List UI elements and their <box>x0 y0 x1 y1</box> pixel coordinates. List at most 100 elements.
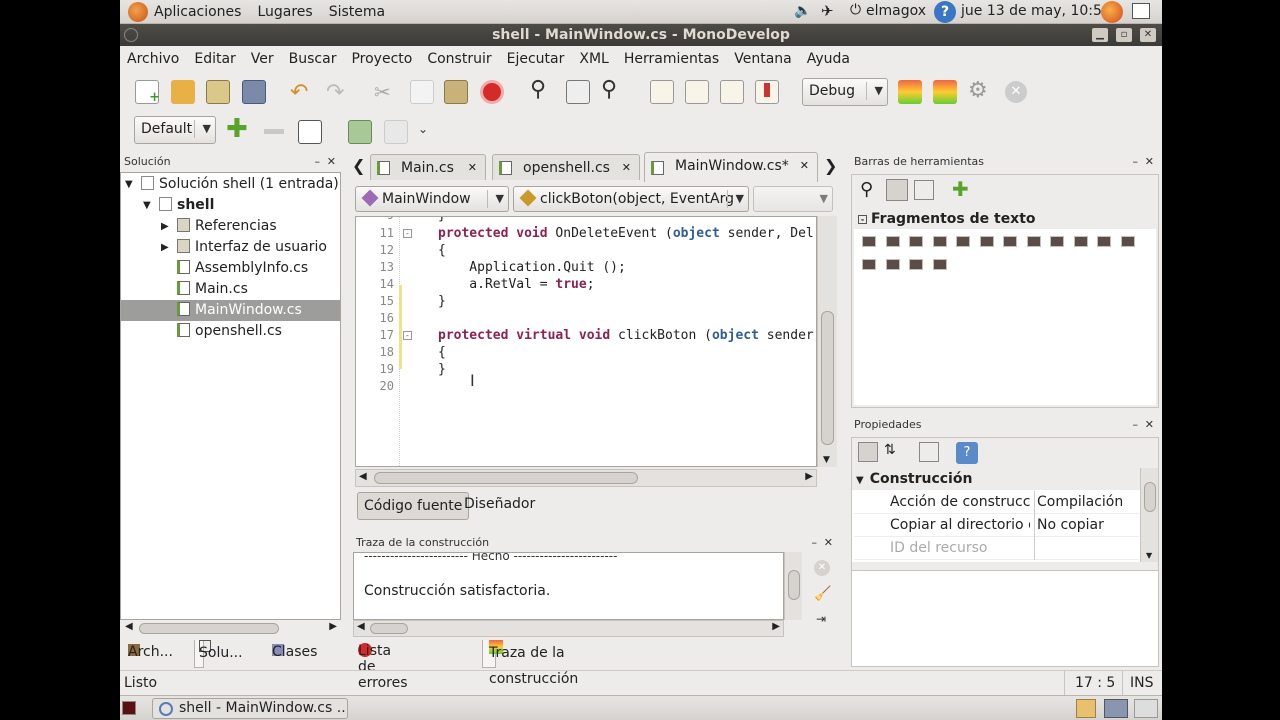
tree-row-openshell[interactable]: openshell.cs <box>121 321 340 342</box>
format-icon[interactable] <box>720 80 744 104</box>
tree-row-main[interactable]: Main.cs <box>121 279 340 300</box>
scroll-thumb[interactable] <box>139 623 279 634</box>
property-category[interactable]: ▼ Construcción <box>852 468 1140 490</box>
tab-codigo-fuente[interactable]: Código fuente <box>357 492 470 520</box>
remove-icon[interactable] <box>264 129 284 134</box>
build-vscrollbar[interactable] <box>784 552 802 620</box>
add-icon[interactable]: ✚ <box>952 177 969 201</box>
scroll-left-icon[interactable]: ◀ <box>359 471 367 482</box>
tree-row-referencias[interactable]: ▶ Referencias <box>121 216 340 237</box>
power-icon[interactable]: ⏻ <box>850 2 861 18</box>
code-line[interactable]: } <box>438 361 446 378</box>
class-combo[interactable]: MainWindow ▼ <box>355 186 509 212</box>
snippet-icon[interactable] <box>979 236 994 247</box>
fullscreen-icon[interactable] <box>298 120 322 144</box>
unindent-icon[interactable] <box>685 80 709 104</box>
expander-icon[interactable]: ▼ <box>125 174 133 195</box>
panel-minimize-icon[interactable]: – <box>812 533 818 553</box>
scroll-thumb[interactable] <box>370 623 408 634</box>
volume-icon[interactable]: 🔈 <box>794 3 811 19</box>
menu-ver[interactable]: Ver <box>251 51 274 67</box>
menu-ventana[interactable]: Ventana <box>734 51 792 67</box>
help-icon[interactable]: ? <box>934 1 956 23</box>
snippet-icon[interactable] <box>1050 236 1064 247</box>
code-editor[interactable]: 11 protected void OnDeleteEvent (object s… <box>355 216 817 467</box>
categorized-icon[interactable] <box>858 442 878 462</box>
tree-row-mainwindow[interactable]: MainWindow.cs <box>121 300 340 321</box>
scroll-right-icon[interactable]: ▶ <box>772 621 780 632</box>
network-icon[interactable]: ✈ <box>821 2 834 20</box>
code-line[interactable]: Application.Quit (); <box>438 259 626 276</box>
save-icon[interactable] <box>206 80 230 104</box>
snippet-icon[interactable] <box>1026 236 1041 247</box>
workspace-switcher-icon[interactable] <box>1134 699 1158 718</box>
maximize-icon[interactable]: ▫ <box>1116 28 1132 42</box>
tab-solucion[interactable]: Solu... <box>194 640 243 668</box>
build-output[interactable]: ------------------------ Hecho ---------… <box>353 552 784 620</box>
tab-close-icon[interactable]: ✕ <box>622 155 631 181</box>
indent-icon[interactable] <box>650 80 674 104</box>
panel-close-icon[interactable]: ✕ <box>327 152 336 172</box>
stop-run-icon[interactable]: ✕ <box>1005 81 1027 103</box>
tree-row-solution[interactable]: ▼ Solución shell (1 entrada) <box>121 174 340 195</box>
tree-row-project[interactable]: ▼ shell <box>121 195 340 216</box>
scroll-left-icon[interactable]: ◀ <box>125 621 133 632</box>
expander-icon[interactable]: ▶ <box>161 216 169 237</box>
menu-herramientas[interactable]: Herramientas <box>624 51 719 67</box>
menu-proyecto[interactable]: Proyecto <box>351 51 412 67</box>
tab-openshell-cs[interactable]: openshell.cs ✕ <box>492 154 640 180</box>
window-titlebar[interactable]: shell - MainWindow.cs - MonoDevelop ▁ ▫ … <box>120 24 1162 46</box>
expander-icon[interactable]: ▼ <box>143 195 151 216</box>
search-icon[interactable]: ⚲ <box>860 179 873 200</box>
rebuild-icon[interactable] <box>933 80 957 104</box>
build-hscrollbar[interactable]: ◀ ▶ <box>353 620 784 637</box>
editor-hscrollbar[interactable]: ◀ ▶ <box>355 469 817 487</box>
new-file-icon[interactable]: + <box>135 80 160 105</box>
member-combo[interactable]: clickBoton(object, EventArg ▼ <box>513 186 749 212</box>
menu-ejecutar[interactable]: Ejecutar <box>507 51 565 67</box>
window-menu-icon[interactable] <box>124 28 138 42</box>
run-gear-icon[interactable]: ⚙ <box>968 78 988 103</box>
menu-ayuda[interactable]: Ayuda <box>807 51 850 67</box>
region-combo[interactable]: ▼ <box>753 186 833 212</box>
collapse-icon[interactable]: - <box>858 215 867 224</box>
snippet-icon[interactable] <box>909 259 923 270</box>
bookmark-icon[interactable] <box>755 80 779 104</box>
snippet-icon[interactable] <box>956 236 970 247</box>
tree-hscrollbar[interactable]: ◀ ▶ <box>123 621 339 635</box>
open-folder-icon[interactable] <box>171 80 195 104</box>
replace-icon[interactable]: ⚲ <box>601 77 617 102</box>
panel-minimize-icon[interactable]: – <box>315 152 321 172</box>
toolbox-section[interactable]: - Fragmentos de texto <box>854 209 1156 229</box>
tab-close-icon[interactable]: ✕ <box>800 153 809 179</box>
clear-icon[interactable]: ✕ <box>814 560 830 576</box>
property-value[interactable]: No copiar <box>1037 514 1104 537</box>
tab-traza[interactable]: Traza de la construcción <box>482 640 578 687</box>
search-icon[interactable]: ⚲ <box>530 77 546 102</box>
snippet-icon[interactable] <box>1073 236 1088 247</box>
save-all-icon[interactable] <box>242 80 266 104</box>
close-icon[interactable]: ✕ <box>1140 28 1156 42</box>
expander-icon[interactable]: ▼ <box>856 475 864 486</box>
configuration-combo[interactable]: Debug ▼ <box>802 78 888 106</box>
taskbar-window-item[interactable]: shell - MainWindow.cs ... <box>152 698 348 719</box>
menu-aplicaciones[interactable]: Aplicaciones <box>154 4 241 20</box>
code-line[interactable]: protected void OnDeleteEvent (object sen… <box>438 225 814 242</box>
menu-sistema[interactable]: Sistema <box>329 4 385 20</box>
category-view-icon[interactable] <box>914 180 934 200</box>
snippet-icon[interactable] <box>885 259 900 270</box>
code-line[interactable]: { <box>438 242 446 259</box>
snippet-icon[interactable] <box>885 236 900 247</box>
copy-icon[interactable] <box>410 80 434 104</box>
panel-close-icon[interactable]: ✕ <box>1145 152 1154 172</box>
list-view-icon[interactable] <box>886 179 908 201</box>
mail-icon[interactable] <box>1132 3 1150 19</box>
snippet-icon[interactable] <box>1003 236 1017 247</box>
redo-icon[interactable]: ↷ <box>326 80 344 105</box>
menu-construir[interactable]: Construir <box>427 51 491 67</box>
help-icon[interactable]: ? <box>956 442 978 464</box>
fold-marker-icon[interactable]: - <box>403 229 412 238</box>
scroll-thumb[interactable] <box>1144 482 1156 512</box>
cut-icon[interactable]: ✂ <box>374 80 391 104</box>
tab-disenador[interactable]: Diseñador <box>464 496 535 512</box>
